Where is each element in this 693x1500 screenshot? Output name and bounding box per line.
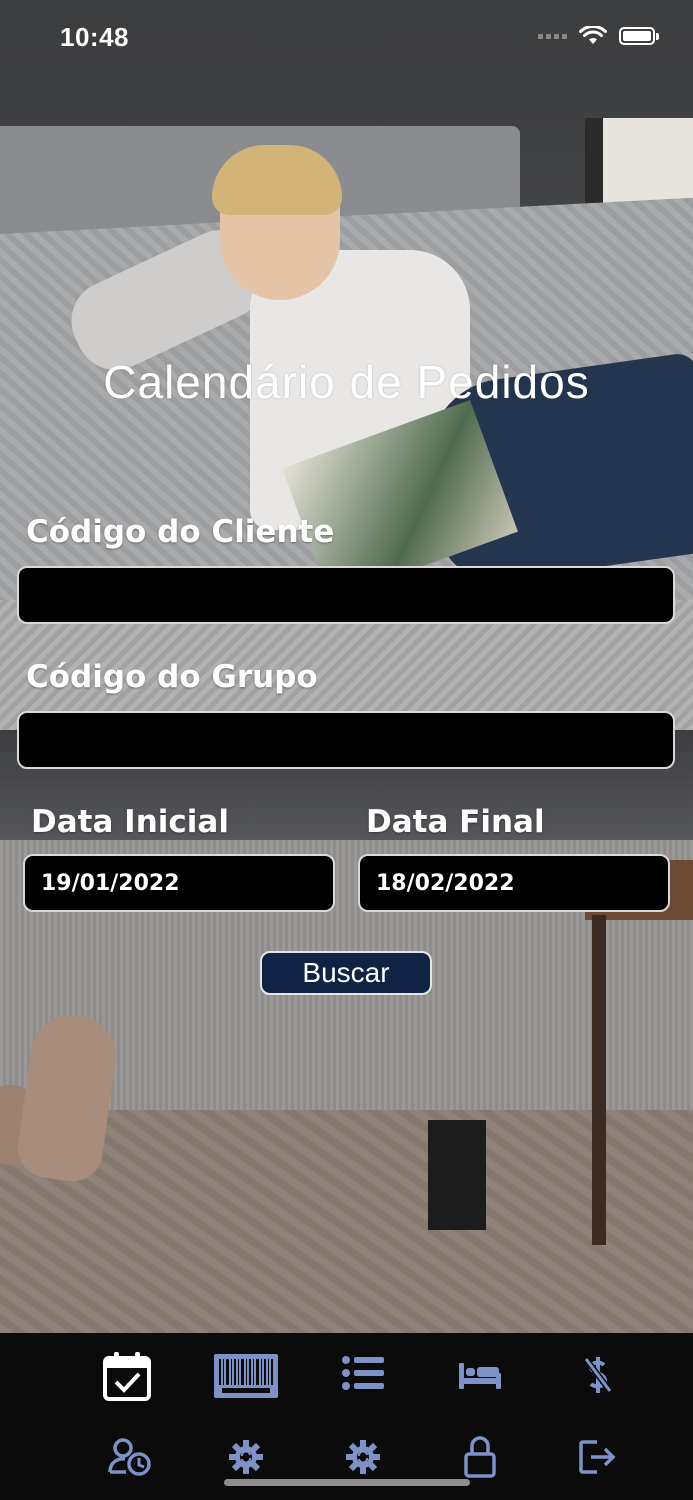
barcode-icon[interactable]: [214, 1353, 278, 1399]
client-code-label: Código do Cliente: [26, 514, 335, 550]
user-clock-icon[interactable]: [107, 1437, 153, 1477]
no-dollar-icon[interactable]: [580, 1353, 616, 1397]
end-date-input[interactable]: 18/02/2022: [358, 854, 670, 912]
sign-out-icon[interactable]: [578, 1439, 618, 1475]
tab-bar: [0, 1333, 693, 1500]
bed-icon[interactable]: [458, 1359, 502, 1391]
wifi-icon: [579, 26, 607, 44]
start-date-input[interactable]: 19/01/2022: [23, 854, 335, 912]
gear-sync-icon[interactable]: [343, 1437, 383, 1477]
page-title: Calendário de Pedidos: [103, 356, 590, 408]
status-icons: [538, 26, 659, 46]
gear-sync-icon[interactable]: [226, 1437, 266, 1477]
battery-icon: [619, 27, 659, 45]
list-icon[interactable]: [340, 1353, 386, 1393]
bed-leg: [428, 1120, 486, 1230]
group-code-label: Código do Grupo: [26, 659, 318, 695]
client-code-input[interactable]: [17, 566, 675, 624]
group-code-input[interactable]: [17, 711, 675, 769]
side-table-leg: [592, 915, 606, 1245]
end-date-label: Data Final: [366, 804, 545, 840]
signal-icon: [538, 33, 567, 39]
lock-icon[interactable]: [463, 1433, 497, 1479]
calendar-check-icon[interactable]: [101, 1350, 153, 1402]
start-date-label: Data Inicial: [31, 804, 229, 840]
home-indicator[interactable]: [224, 1479, 470, 1486]
status-time: 10:48: [60, 22, 129, 52]
search-button[interactable]: Buscar: [260, 951, 432, 995]
